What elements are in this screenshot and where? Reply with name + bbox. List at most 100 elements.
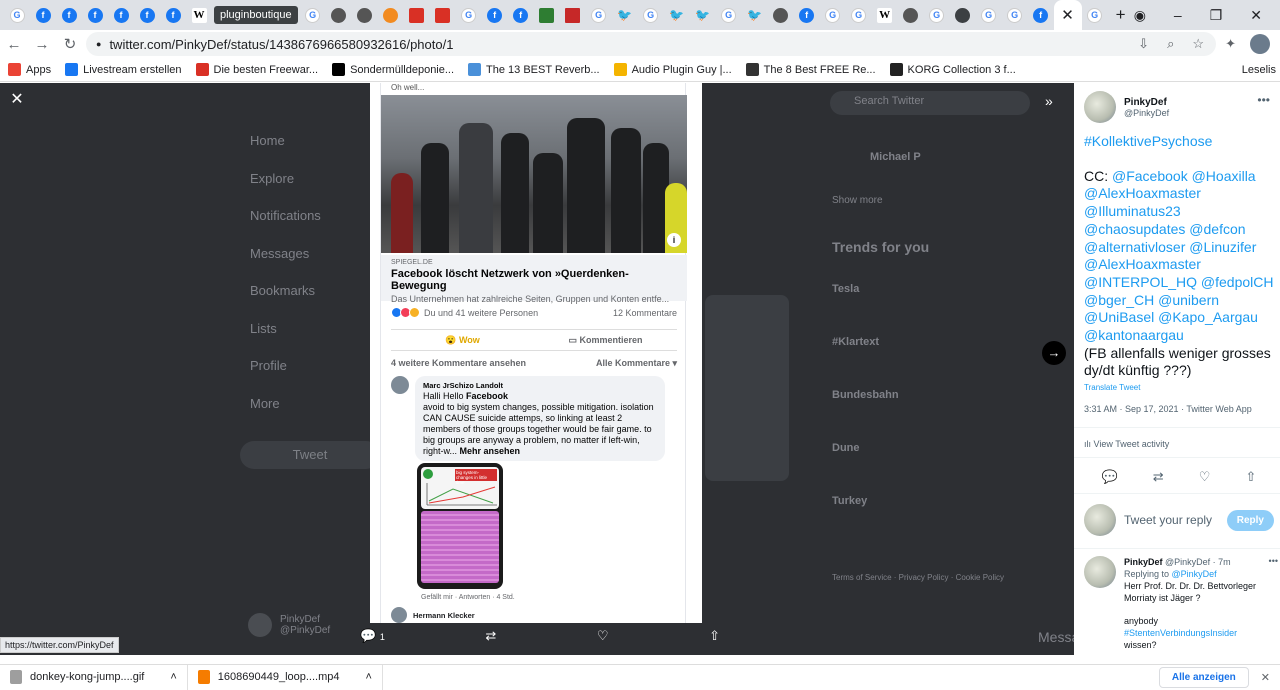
tab[interactable] [352, 3, 378, 27]
tweet-mentions[interactable]: @Facebook @Hoaxilla @AlexHoaxmaster @Ill… [1084, 168, 1273, 343]
tab[interactable] [768, 3, 794, 27]
tab[interactable]: G [456, 3, 482, 27]
tab[interactable]: W [872, 3, 898, 27]
bookmark-item[interactable]: The 13 BEST Reverb... [468, 63, 600, 76]
download-item[interactable]: donkey-kong-jump....gif ˄ [0, 664, 188, 690]
close-window-icon[interactable]: ✕ [1250, 7, 1262, 24]
new-tab-button[interactable]: + [1108, 3, 1134, 27]
tab[interactable]: G [4, 3, 30, 27]
tab[interactable]: G [716, 3, 742, 27]
tab[interactable] [950, 3, 976, 27]
reply-button[interactable]: Reply [1226, 509, 1274, 531]
extensions-icon[interactable]: ✦ [1225, 36, 1236, 52]
tab[interactable] [378, 3, 404, 27]
profile-avatar[interactable] [1250, 34, 1270, 54]
url-text[interactable]: twitter.com/PinkyDef/status/143867696658… [109, 37, 453, 52]
tab[interactable]: f [508, 3, 534, 27]
tab[interactable]: f [56, 3, 82, 27]
tab[interactable]: G [586, 3, 612, 27]
reload-button[interactable]: ↻ [56, 35, 84, 53]
bookmark-item[interactable]: Livestream erstellen [65, 63, 182, 76]
active-tab[interactable]: ✕ [1053, 0, 1082, 30]
reading-list[interactable]: Leselis [1242, 64, 1280, 76]
like-icon[interactable]: ♡ [1199, 469, 1211, 485]
forward-button[interactable]: → [28, 36, 56, 53]
tweet-hashtag[interactable]: #KollektivePsychose [1084, 133, 1280, 151]
back-button[interactable]: ← [0, 36, 28, 53]
tab[interactable]: f [794, 3, 820, 27]
zoom-icon[interactable]: ⌕ [1167, 36, 1174, 52]
bookmark-item[interactable]: Audio Plugin Guy |... [613, 63, 732, 76]
download-item[interactable]: 1608690449_loop....mp4 ˄ [188, 664, 383, 690]
reply-tweet[interactable]: PinkyDef @PinkyDef · 7m Replying to @Pin… [1084, 556, 1280, 651]
reply-avatar[interactable] [1084, 556, 1116, 588]
tab[interactable] [430, 3, 456, 27]
replying-to[interactable]: @PinkyDef [1172, 569, 1217, 579]
reply-input[interactable]: Tweet your reply [1124, 513, 1212, 527]
tab[interactable]: G [300, 3, 326, 27]
info-icon[interactable]: i [667, 233, 681, 247]
share-icon[interactable]: ⇧ [1246, 469, 1257, 485]
next-photo-button[interactable]: → [1042, 341, 1066, 365]
reply-icon[interactable]: 💬 [1102, 469, 1118, 485]
bookmark-star-icon[interactable]: ☆ [1192, 36, 1204, 52]
bookmark-item[interactable]: Die besten Freewar... [195, 63, 318, 76]
share-icon[interactable]: ⇧ [709, 628, 720, 644]
install-icon[interactable]: ⇩ [1138, 36, 1149, 52]
photo-reply[interactable]: 💬 1 [360, 628, 385, 644]
tweet-author[interactable]: PinkyDef @PinkyDef [1084, 91, 1169, 123]
bookmark-item[interactable]: The 8 Best FREE Re... [745, 63, 876, 76]
bookmark-item[interactable]: Sondermülldeponie... [332, 63, 454, 76]
tab[interactable]: G [976, 3, 1002, 27]
more-options-icon[interactable]: ••• [1257, 93, 1270, 107]
bookmark-item[interactable]: KORG Collection 3 f... [889, 63, 1016, 76]
address-bar[interactable]: ● twitter.com/PinkyDef/status/1438676966… [86, 32, 1216, 56]
tab[interactable]: f [82, 3, 108, 27]
collapse-sidebar-icon[interactable]: » [1045, 93, 1053, 109]
translate-tweet[interactable]: Translate Tweet [1084, 383, 1140, 392]
reply-hashtag[interactable]: #StentenVerbindungsInsider [1124, 627, 1274, 639]
link-card[interactable]: SPIEGEL.DE Facebook löscht Netzwerk von … [381, 255, 687, 304]
close-tab-icon[interactable]: ✕ [1061, 6, 1074, 24]
tab[interactable]: f [482, 3, 508, 27]
close-photo-icon[interactable]: ✕ [8, 91, 26, 109]
tab[interactable]: 🐦 [690, 3, 716, 27]
author-handle[interactable]: @PinkyDef [1124, 108, 1169, 118]
bookmark-item[interactable]: Apps [8, 63, 51, 76]
author-name[interactable]: PinkyDef [1124, 97, 1169, 108]
chevron-up-icon[interactable]: ˄ [170, 671, 176, 683]
close-downloads-icon[interactable]: ✕ [1261, 671, 1270, 684]
tab[interactable]: 🐦 [664, 3, 690, 27]
retweet-icon[interactable]: ⇄ [1153, 469, 1164, 485]
tab[interactable]: f [30, 3, 56, 27]
tab[interactable] [898, 3, 924, 27]
tab[interactable]: 🐦 [612, 3, 638, 27]
like-icon[interactable]: ♡ [597, 628, 609, 644]
tab[interactable]: G [1002, 3, 1028, 27]
tab[interactable]: f [108, 3, 134, 27]
reply-author[interactable]: PinkyDef [1124, 557, 1163, 567]
tab[interactable]: W [186, 3, 212, 27]
tab[interactable]: 🐦 [742, 3, 768, 27]
tab[interactable]: G [820, 3, 846, 27]
tab[interactable]: G [638, 3, 664, 27]
tab[interactable]: G [846, 3, 872, 27]
view-activity[interactable]: ılı View Tweet activity [1084, 439, 1169, 449]
tab[interactable] [326, 3, 352, 27]
show-all-downloads[interactable]: Alle anzeigen [1158, 666, 1249, 688]
chevron-up-icon[interactable]: ˄ [366, 671, 372, 683]
tab[interactable]: G [1082, 3, 1108, 27]
tab[interactable]: f [160, 3, 186, 27]
tab[interactable]: f [134, 3, 160, 27]
tab[interactable] [404, 3, 430, 27]
tab-search-icon[interactable]: ◉ [1134, 7, 1146, 24]
maximize-icon[interactable]: ❐ [1210, 7, 1223, 24]
author-avatar[interactable] [1084, 91, 1116, 123]
tab[interactable]: f [1028, 3, 1054, 27]
retweet-icon[interactable]: ⇄ [485, 628, 496, 644]
minimize-icon[interactable]: – [1174, 7, 1182, 24]
tab[interactable] [534, 3, 560, 27]
tab[interactable] [560, 3, 586, 27]
reply-more-icon[interactable]: ••• [1269, 556, 1278, 566]
tab[interactable]: G [924, 3, 950, 27]
